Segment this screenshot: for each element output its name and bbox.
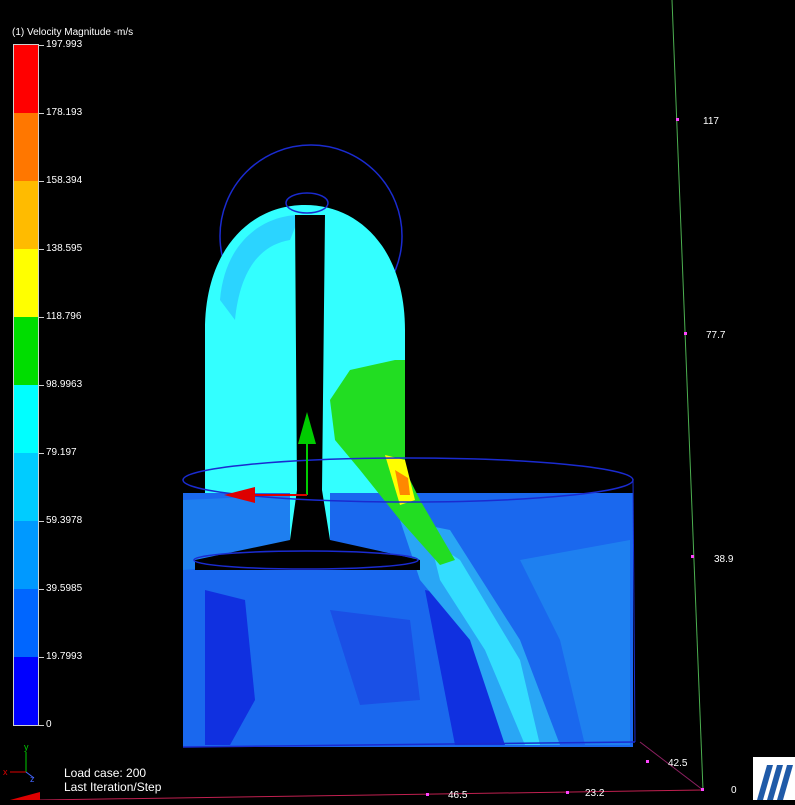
flow-field-viewport[interactable]: 117 77.7 38.9 0 42.5 46.5 23.2 y x z [0,0,795,800]
cylinder-right-outline [632,479,636,743]
load-case-label: Load case: 200 [64,766,147,780]
axis-tick-label: 77.7 [706,330,726,341]
axis-tick-label: 23.2 [585,788,605,799]
triad-z-label: z [30,774,35,784]
axis-tick-label: 0 [731,785,737,796]
triad-y-label: y [24,742,29,752]
triad-x-label: x [3,767,8,777]
app-logo [753,757,795,800]
axis-tick-label: 117 [703,116,719,127]
iteration-label: Last Iteration/Step [64,780,162,794]
corner-arrow-icon [10,792,40,800]
axis-tick-label: 38.9 [714,554,734,565]
axis-tick-label: 42.5 [668,758,688,769]
logo-stripes-icon [753,757,795,800]
axis-tick-label: 46.5 [448,790,468,800]
status-panel: Load case: 200 Last Iteration/Step [64,766,161,794]
